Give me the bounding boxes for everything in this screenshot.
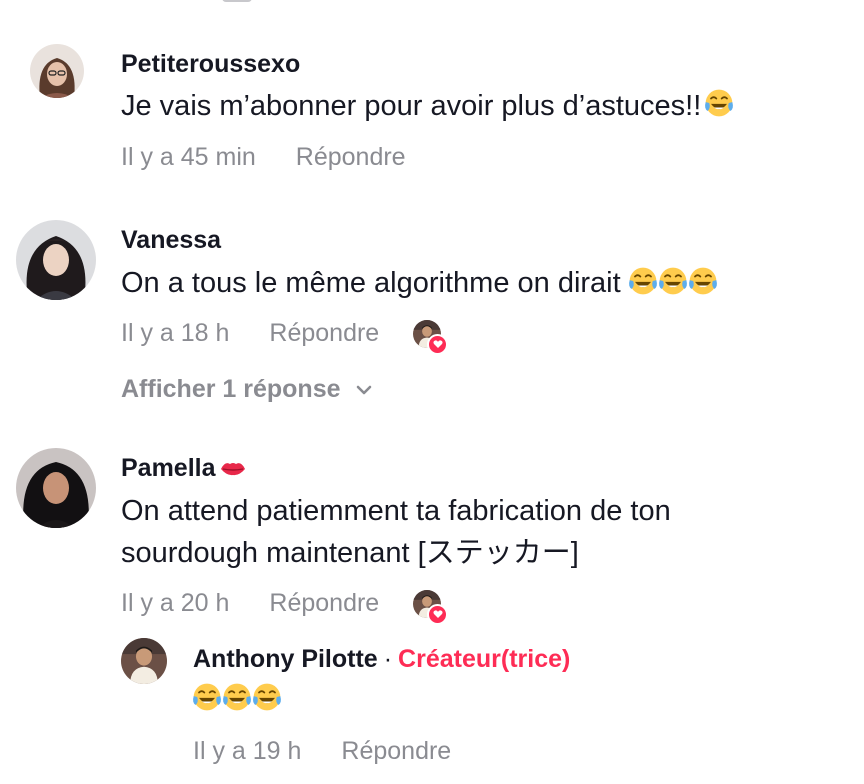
joy-emoji bbox=[627, 265, 659, 297]
reply-button[interactable]: Répondre bbox=[296, 143, 406, 172]
creator-badge: Créateur(trice) bbox=[398, 645, 571, 673]
joy-emoji bbox=[657, 265, 689, 297]
joy-emoji bbox=[221, 681, 253, 713]
comment-meta: Il y a 18 h Répondre bbox=[121, 319, 449, 355]
avatar[interactable] bbox=[121, 638, 167, 684]
avatar[interactable] bbox=[30, 44, 84, 98]
joy-emoji bbox=[191, 681, 223, 713]
comment-meta: Il y a 45 min Répondre bbox=[121, 143, 406, 172]
comment-timestamp: Il y a 45 min bbox=[121, 143, 256, 171]
joy-emoji bbox=[251, 681, 283, 713]
separator: · bbox=[383, 645, 393, 673]
comment-text-line: On attend patiemment ta fabrication de t… bbox=[121, 495, 671, 527]
show-replies-button[interactable]: Afficher 1 réponse bbox=[121, 375, 373, 404]
comment-text: Je vais m’abonner pour avoir plus d’astu… bbox=[121, 85, 735, 127]
chevron-down-icon bbox=[356, 385, 371, 394]
avatar[interactable] bbox=[16, 448, 96, 528]
avatar[interactable] bbox=[16, 220, 96, 300]
reply-header: Anthony Pilotte · Créateur(trice) bbox=[193, 645, 570, 674]
creator-liked-badge bbox=[413, 590, 449, 625]
joy-emoji bbox=[703, 87, 735, 119]
heart-icon bbox=[427, 603, 449, 625]
comment-username[interactable]: Pamella bbox=[121, 454, 247, 486]
show-replies-label: Afficher 1 réponse bbox=[121, 375, 341, 403]
reply-button[interactable]: Répondre bbox=[341, 737, 451, 766]
reply-timestamp: Il y a 19 h bbox=[193, 737, 302, 765]
reply-button[interactable]: Répondre bbox=[269, 589, 379, 618]
comment-meta: Il y a 20 h Répondre bbox=[121, 589, 449, 625]
reply-username[interactable]: Anthony Pilotte bbox=[193, 645, 378, 673]
comment-timestamp: Il y a 20 h bbox=[121, 589, 230, 617]
comment-username[interactable]: Vanessa bbox=[121, 226, 221, 255]
creator-liked-badge bbox=[413, 320, 449, 355]
heart-icon bbox=[427, 333, 449, 355]
reply-button[interactable]: Répondre bbox=[269, 319, 379, 348]
joy-emoji bbox=[687, 265, 719, 297]
comment-text-line: sourdough maintenant [ステッカー] bbox=[121, 537, 579, 569]
reply-meta: Il y a 19 h Répondre bbox=[193, 737, 451, 766]
comment-username[interactable]: Petiteroussexo bbox=[121, 50, 300, 79]
kiss-mark-icon bbox=[219, 457, 247, 486]
previous-comment-fragment bbox=[222, 0, 252, 2]
reply-text bbox=[191, 679, 283, 721]
comment-timestamp: Il y a 18 h bbox=[121, 319, 230, 347]
comment-text: On attend patiemment ta fabrication de t… bbox=[121, 490, 671, 574]
comment-text: On a tous le même algorithme on dirait bbox=[121, 262, 717, 304]
